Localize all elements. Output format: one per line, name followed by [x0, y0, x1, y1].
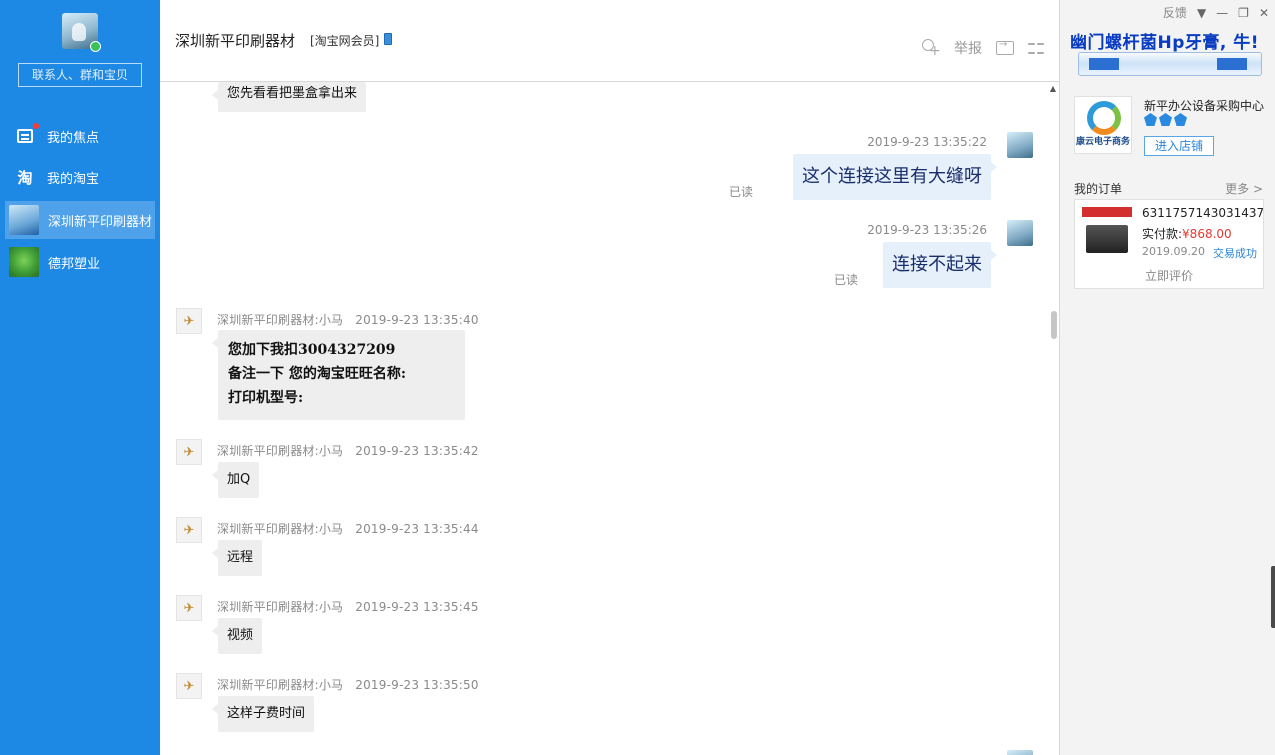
- sidebar-item-label: 深圳新平印刷器材: [48, 214, 153, 230]
- message-bubble: 您先看看把墨盒拿出来: [211, 82, 367, 112]
- orders-more-link[interactable]: 更多 >: [1225, 180, 1263, 197]
- sidebar-item-debang[interactable]: 德邦塑业: [5, 243, 155, 281]
- sender-name: 深圳新平印刷器材:小马: [217, 522, 344, 536]
- online-status-icon: [90, 41, 101, 52]
- message-meta: 深圳新平印刷器材:小马 2019-9-23 13:35:44: [217, 520, 479, 537]
- seller-avatar: ✈: [176, 595, 202, 621]
- my-avatar: [1007, 750, 1033, 755]
- message-time: 2019-9-23 13:35:50: [355, 678, 479, 692]
- shop-logo-mark: [1087, 101, 1121, 135]
- read-status: 已读: [834, 273, 859, 287]
- message-time: 2019-9-23 13:35:42: [355, 444, 479, 458]
- sidebar-item-label: 德邦塑业: [48, 256, 101, 272]
- sender-name: 深圳新平印刷器材:小马: [217, 600, 344, 614]
- sender-name: 深圳新平印刷器材:小马: [217, 313, 344, 327]
- message-bubble: 加Q: [211, 462, 260, 498]
- message-line: 打印机型号:: [228, 390, 304, 406]
- seller-avatar: ✈: [176, 308, 202, 334]
- mobile-icon: [384, 33, 392, 45]
- message-line: 您加下我扣3004327209: [228, 342, 396, 358]
- my-avatar: [1007, 132, 1033, 158]
- seller-avatar: ✈: [176, 673, 202, 699]
- sidebar-item-shenzhen-xinping[interactable]: 深圳新平印刷器材: [5, 201, 155, 239]
- message-bubble: 远程: [211, 540, 263, 576]
- feedback-button[interactable]: 反馈: [1163, 4, 1187, 21]
- sender-name: 深圳新平印刷器材:小马: [217, 678, 344, 692]
- enter-shop-button[interactable]: 进入店铺: [1144, 136, 1214, 156]
- message-list[interactable]: ▲ 您先看看把墨盒拿出来 2019-9-23 13:35:22 这个连接这里有大…: [160, 82, 1060, 755]
- message-time: 2019-9-23 13:35:45: [355, 600, 479, 614]
- shop-name[interactable]: 新平办公设备采购中心: [1144, 97, 1264, 114]
- sidebar-item-my-focus[interactable]: 我的焦点: [5, 117, 155, 155]
- message-meta: 深圳新平印刷器材:小马 2019-9-23 13:35:50: [217, 676, 479, 693]
- contact-avatar: [9, 247, 39, 277]
- pay-label: 实付款:: [1142, 227, 1183, 241]
- contact-search-input[interactable]: 联系人、群和宝贝: [18, 63, 142, 87]
- contact-avatar: [9, 205, 39, 235]
- message-bubble: 这样子费时间: [211, 696, 315, 732]
- order-id: 631175714303143700: [1142, 206, 1263, 220]
- toothpaste-image: [1078, 52, 1262, 76]
- sidebar: 联系人、群和宝贝 我的焦点 淘 我的淘宝 深圳新平印刷器材 德邦塑业: [0, 0, 160, 755]
- header-toolbar: 举报: [920, 38, 1044, 59]
- shop-logo-text: 康云电子商务: [1075, 137, 1130, 147]
- message-meta: 深圳新平印刷器材:小马 2019-9-23 13:35:45: [217, 598, 479, 615]
- message-time: 2019-9-23 13:35:26: [867, 223, 987, 237]
- shop-logo[interactable]: 康云电子商务: [1074, 96, 1132, 154]
- chevron-right-icon: >: [1252, 182, 1263, 196]
- printer-product-image[interactable]: [1082, 207, 1132, 259]
- message-line: 备注一下 您的淘宝旺旺名称:: [228, 366, 407, 382]
- right-panel: 反馈 ▼ — ❐ ✕ 幽门螺杆菌Hp牙膏, 牛! 康云电子商务 新平办公设备采购…: [1060, 0, 1275, 755]
- more-apps-icon[interactable]: [1028, 40, 1044, 56]
- scrollbar-thumb[interactable]: [1051, 311, 1057, 339]
- shop-rating-icon: [1144, 113, 1187, 126]
- message-bubble: 这个连接这里有大缝呀: [793, 154, 997, 200]
- menu-dropdown-icon[interactable]: ▼: [1197, 6, 1206, 20]
- my-avatar: [1007, 220, 1033, 246]
- order-date: 2019.09.20: [1142, 245, 1205, 258]
- panel-collapse-handle[interactable]: [1271, 566, 1275, 628]
- sidebar-item-label: 我的淘宝: [47, 171, 100, 187]
- focus-icon: [15, 126, 35, 146]
- report-button[interactable]: 举报: [954, 38, 982, 58]
- scroll-up-arrow-icon[interactable]: ▲: [1050, 84, 1056, 93]
- add-contact-icon[interactable]: [920, 38, 941, 59]
- taobao-icon: 淘: [17, 168, 33, 187]
- sender-name: 深圳新平印刷器材:小马: [217, 444, 344, 458]
- read-status: 已读: [729, 185, 754, 199]
- order-price: ¥868.00: [1182, 227, 1232, 241]
- minimize-icon[interactable]: —: [1216, 6, 1228, 20]
- shop-card: 康云电子商务 新平办公设备采购中心 进入店铺: [1074, 94, 1264, 158]
- window-controls: 反馈 ▼ — ❐ ✕: [1163, 4, 1269, 21]
- message-meta: 深圳新平印刷器材:小马 2019-9-23 13:35:42: [217, 442, 479, 459]
- chat-header: 深圳新平印刷器材 [淘宝网会员] 举报: [160, 0, 1060, 82]
- more-label: 更多: [1225, 182, 1250, 196]
- seller-avatar: ✈: [176, 439, 202, 465]
- sidebar-item-label: 我的焦点: [47, 130, 100, 146]
- orders-heading: 我的订单: [1074, 182, 1123, 196]
- seller-avatar: ✈: [176, 517, 202, 543]
- message-bubble: 视频: [211, 618, 263, 654]
- order-status[interactable]: 交易成功: [1213, 245, 1257, 261]
- message-time: 2019-9-23 13:35:44: [355, 522, 479, 536]
- member-badge: [淘宝网会员]: [310, 34, 380, 48]
- order-payment: 实付款:¥868.00: [1142, 225, 1232, 242]
- notification-dot-icon: [33, 123, 39, 129]
- send-file-icon[interactable]: [996, 39, 1014, 55]
- message-bubble: 连接不起来: [883, 242, 997, 288]
- message-bubble: 您加下我扣3004327209 备注一下 您的淘宝旺旺名称: 打印机型号:: [212, 330, 465, 420]
- sidebar-item-my-taobao[interactable]: 淘 我的淘宝: [5, 158, 155, 196]
- chat-title: 深圳新平印刷器材: [175, 32, 296, 50]
- message-time: 2019-9-23 13:35:40: [355, 313, 479, 327]
- order-card[interactable]: 631175714303143700 实付款:¥868.00 2019.09.2…: [1074, 199, 1264, 289]
- ad-banner[interactable]: 幽门螺杆菌Hp牙膏, 牛!: [1070, 28, 1270, 80]
- review-now-link[interactable]: 立即评价: [1075, 267, 1263, 284]
- message-meta: 深圳新平印刷器材:小马 2019-9-23 13:35:40: [217, 311, 479, 328]
- ad-banner-text: 幽门螺杆菌Hp牙膏, 牛!: [1070, 33, 1260, 53]
- close-icon[interactable]: ✕: [1259, 6, 1269, 20]
- message-time: 2019-9-23 13:35:22: [867, 135, 987, 149]
- restore-icon[interactable]: ❐: [1238, 6, 1249, 20]
